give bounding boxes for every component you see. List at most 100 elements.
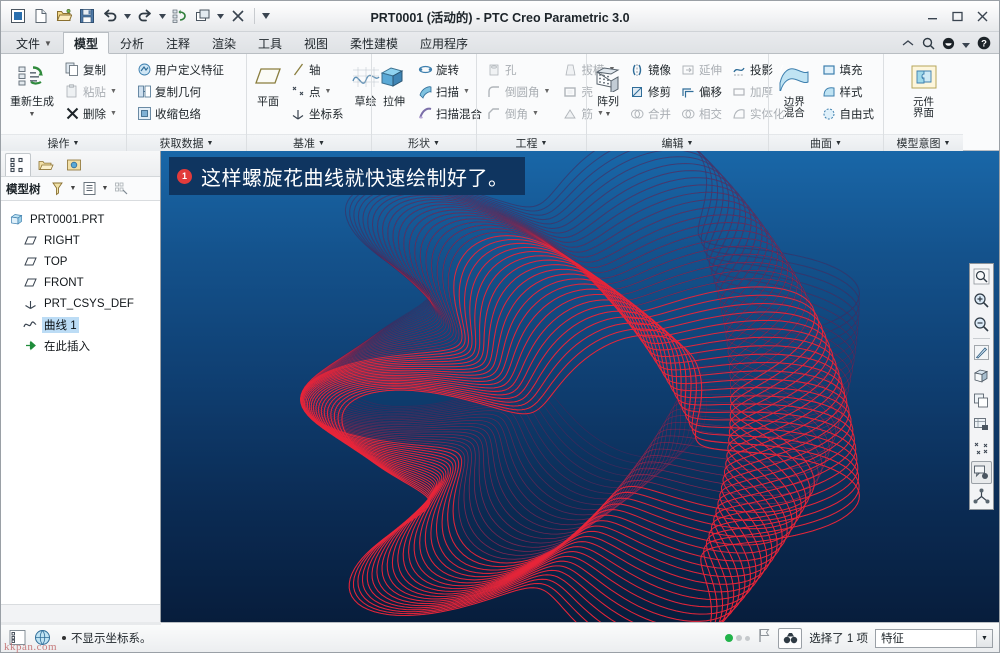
curve-icon [23,318,37,332]
group-label-model-intent[interactable]: 模型意图▼ [884,134,963,151]
flag-icon[interactable] [757,628,771,648]
save-icon[interactable] [76,5,98,27]
group-label-operations[interactable]: 操作▼ [1,134,126,151]
tree-filters-caret-icon[interactable]: ▼ [69,179,78,198]
tree-item-front[interactable]: FRONT [1,272,160,293]
shell-icon [562,84,578,100]
zoom-in-icon[interactable] [971,289,992,312]
group-label-datum[interactable]: 基准▼ [247,134,371,151]
datum-axis-button[interactable]: 轴 [286,59,348,80]
tree-item-curve[interactable]: 曲线 1 [1,314,160,335]
redo-icon[interactable] [134,5,156,27]
group-label-surfaces[interactable]: 曲面▼ [769,134,883,151]
app-menu-icon[interactable] [7,5,29,27]
undo-caret-icon[interactable] [122,5,133,27]
tree-item-top[interactable]: TOP [1,251,160,272]
coord-system-button[interactable]: 坐标系 [286,103,348,124]
graphics-viewport[interactable]: 1 这样螺旋花曲线就快速绘制好了。 [161,151,999,622]
tree-item-right[interactable]: RIGHT [1,230,160,251]
tab-model[interactable]: 模型 [63,32,109,54]
account-caret-icon[interactable] [962,38,970,50]
paste-button[interactable]: 粘贴 ▼ [60,81,121,102]
help-icon[interactable]: ? [977,36,991,52]
redo-caret-icon[interactable] [157,5,168,27]
model-tree-tab[interactable] [5,153,31,176]
udf-button[interactable]: 用户定义特征 [132,59,228,80]
extend-button[interactable]: 延伸 [676,59,726,80]
group-label-shapes[interactable]: 形状▼ [372,134,476,151]
tab-annotate[interactable]: 注释 [155,32,201,53]
collapse-ribbon-icon[interactable] [902,38,915,50]
datum-point-button[interactable]: 点 ▼ [286,81,348,102]
window-switch-caret-icon[interactable] [215,5,226,27]
new-file-icon[interactable] [30,5,52,27]
navigator-resize-handle[interactable] [1,622,161,625]
window-switch-icon[interactable] [192,5,214,27]
delete-button[interactable]: 删除 ▼ [60,103,121,124]
chevron-down-icon[interactable]: ▼ [976,630,992,647]
undo-icon[interactable] [99,5,121,27]
chamfer-button[interactable]: 倒角 ▼ [482,103,554,124]
repaint-icon[interactable] [971,341,992,364]
tree-columns-button[interactable] [112,179,131,198]
pattern-button[interactable]: 阵列▼ [592,58,624,121]
tab-analysis[interactable]: 分析 [109,32,155,53]
tree-item-insert-here[interactable]: 在此插入 [1,335,160,356]
copy-button[interactable]: 复制 [60,59,121,80]
tab-flexible-modeling[interactable]: 柔性建模 [339,32,409,53]
shrinkwrap-button[interactable]: 收缩包络 [132,103,228,124]
intersect-button[interactable]: 相交 [676,103,726,124]
fill-button[interactable]: 填充 [817,59,879,80]
merge-button[interactable]: 合并 [625,103,675,124]
tree-settings-button[interactable] [80,179,99,198]
saved-views-icon[interactable] [971,389,992,412]
offset-button[interactable]: 偏移 [676,81,726,102]
regenerate-icon[interactable] [169,5,191,27]
minimize-button[interactable] [921,7,943,27]
round-label: 倒圆角 [505,84,540,100]
trim-button[interactable]: 修剪 [625,81,675,102]
tab-render[interactable]: 渲染 [201,32,247,53]
zoom-out-icon[interactable] [971,313,992,336]
maximize-button[interactable] [946,7,968,27]
tab-applications[interactable]: 应用程序 [409,32,479,53]
boundary-blend-button[interactable]: 边界混合 [774,58,815,120]
find-icon[interactable] [778,628,802,649]
folder-browser-tab[interactable] [33,153,59,176]
tab-tools[interactable]: 工具 [247,32,293,53]
close-button[interactable] [971,7,993,27]
close-window-icon[interactable] [227,5,249,27]
style-button[interactable]: 样式 [817,81,879,102]
favorites-tab[interactable] [61,153,87,176]
group-label-get-data[interactable]: 获取数据▼ [127,134,246,151]
tab-view[interactable]: 视图 [293,32,339,53]
refit-view-icon[interactable] [971,265,992,288]
group-label-engineering[interactable]: 工程▼ [477,134,586,151]
tab-file[interactable]: 文件▼ [5,32,63,53]
tree-filters-button[interactable] [48,179,67,198]
display-style-icon[interactable] [971,365,992,388]
hole-button[interactable]: 孔 [482,59,554,80]
pattern-icon [593,61,623,95]
round-button[interactable]: 倒圆角 ▼ [482,81,554,102]
datum-display-icon[interactable] [971,437,992,460]
mirror-button[interactable]: 镜像 [625,59,675,80]
account-icon[interactable] [942,37,955,52]
spin-center-icon[interactable] [971,485,992,508]
datum-plane-button[interactable]: 平面 [252,58,284,109]
selection-filter-combo[interactable]: 特征 ▼ [875,629,993,648]
annotation-display-icon[interactable] [971,461,992,484]
copy-geometry-button[interactable]: 复制几何 [132,81,228,102]
freestyle-button[interactable]: 自由式 [817,103,879,124]
open-file-icon[interactable] [53,5,75,27]
customize-qat-icon[interactable] [260,5,271,27]
tree-item-csys[interactable]: PRT_CSYS_DEF [1,293,160,314]
extrude-button[interactable]: 拉伸 [377,58,411,109]
tree-settings-caret-icon[interactable]: ▼ [101,179,110,198]
view-manager-icon[interactable] [971,413,992,436]
group-label-editing[interactable]: 编辑▼ [587,134,768,151]
component-interface-button[interactable]: 元件界面 [898,58,950,120]
search-icon[interactable] [922,37,935,52]
tree-item-part[interactable]: PRT0001.PRT [1,209,160,230]
regenerate-button[interactable]: 重新生成▼ [6,58,58,121]
